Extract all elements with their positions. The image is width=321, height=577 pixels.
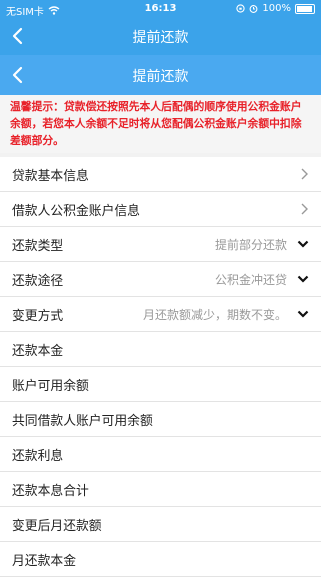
row-label: 还款本金 <box>12 343 64 359</box>
row-label: 还款利息 <box>12 448 64 464</box>
chevron-right-icon <box>301 168 308 180</box>
battery-percent: 100% <box>262 3 291 14</box>
row-label: 共同借款人账户可用余额 <box>12 413 153 429</box>
notice-box: 温馨提示：贷款偿还按照先本人后配偶的顺序使用公积金账户余额，若您本人余额不足时将… <box>0 95 321 153</box>
row-interest: 还款利息 <box>0 437 321 472</box>
page-title: 提前还款 <box>132 30 189 46</box>
row-loan-info[interactable]: 贷款基本信息 <box>0 157 321 192</box>
alarm-icon <box>249 5 258 13</box>
row-label: 还款途径 <box>12 273 64 289</box>
row-label: 月还款本金 <box>12 553 76 569</box>
chevron-down-icon[interactable] <box>297 309 309 319</box>
row-total: 还款本息合计 <box>0 472 321 507</box>
form-list: 贷款基本信息 借款人公积金账户信息 还款类型 提前部分还款 还款途径 公积金冲还… <box>0 157 321 577</box>
repayment-type-value: 提前部分还款 <box>214 237 287 252</box>
row-available-balance: 账户可用余额 <box>0 367 321 402</box>
row-repayment-channel[interactable]: 还款途径 公积金冲还贷 <box>0 262 321 297</box>
row-coborrower-balance: 共同借款人账户可用余额 <box>0 402 321 437</box>
status-bar: 无SIM卡 16:13 100% <box>0 0 321 18</box>
battery-icon <box>295 3 315 14</box>
row-label: 变更后月还款额 <box>12 518 102 534</box>
sub-page-title: 提前还款 <box>132 69 189 85</box>
row-label: 借款人公积金账户信息 <box>12 203 140 219</box>
chevron-down-icon[interactable] <box>297 239 309 249</box>
chevron-down-icon[interactable] <box>297 274 309 284</box>
change-method-value: 月还款额减少，期数不变。 <box>142 307 287 322</box>
row-principal: 还款本金 <box>0 332 321 367</box>
row-label: 账户可用余额 <box>12 378 89 394</box>
row-label: 变更方式 <box>12 308 64 324</box>
row-label: 贷款基本信息 <box>12 168 89 184</box>
row-monthly-principal: 月还款本金 <box>0 542 321 577</box>
row-label: 还款本息合计 <box>12 483 89 499</box>
chevron-right-icon <box>301 203 308 215</box>
row-label: 还款类型 <box>12 238 64 254</box>
repayment-channel-value: 公积金冲还贷 <box>214 272 287 287</box>
orientation-lock-icon <box>236 4 246 13</box>
notice-text: 温馨提示：贷款偿还按照先本人后配偶的顺序使用公积金账户余额，若您本人余额不足时将… <box>10 100 302 147</box>
sub-nav-bar: 提前还款 <box>0 55 321 95</box>
row-change-method[interactable]: 变更方式 月还款额减少，期数不变。 <box>0 297 321 332</box>
row-borrower-account[interactable]: 借款人公积金账户信息 <box>0 192 321 227</box>
row-repayment-type[interactable]: 还款类型 提前部分还款 <box>0 227 321 262</box>
status-right: 100% <box>236 3 315 14</box>
top-nav-bar: 提前还款 <box>0 18 321 55</box>
row-new-monthly-payment: 变更后月还款额 <box>0 507 321 542</box>
